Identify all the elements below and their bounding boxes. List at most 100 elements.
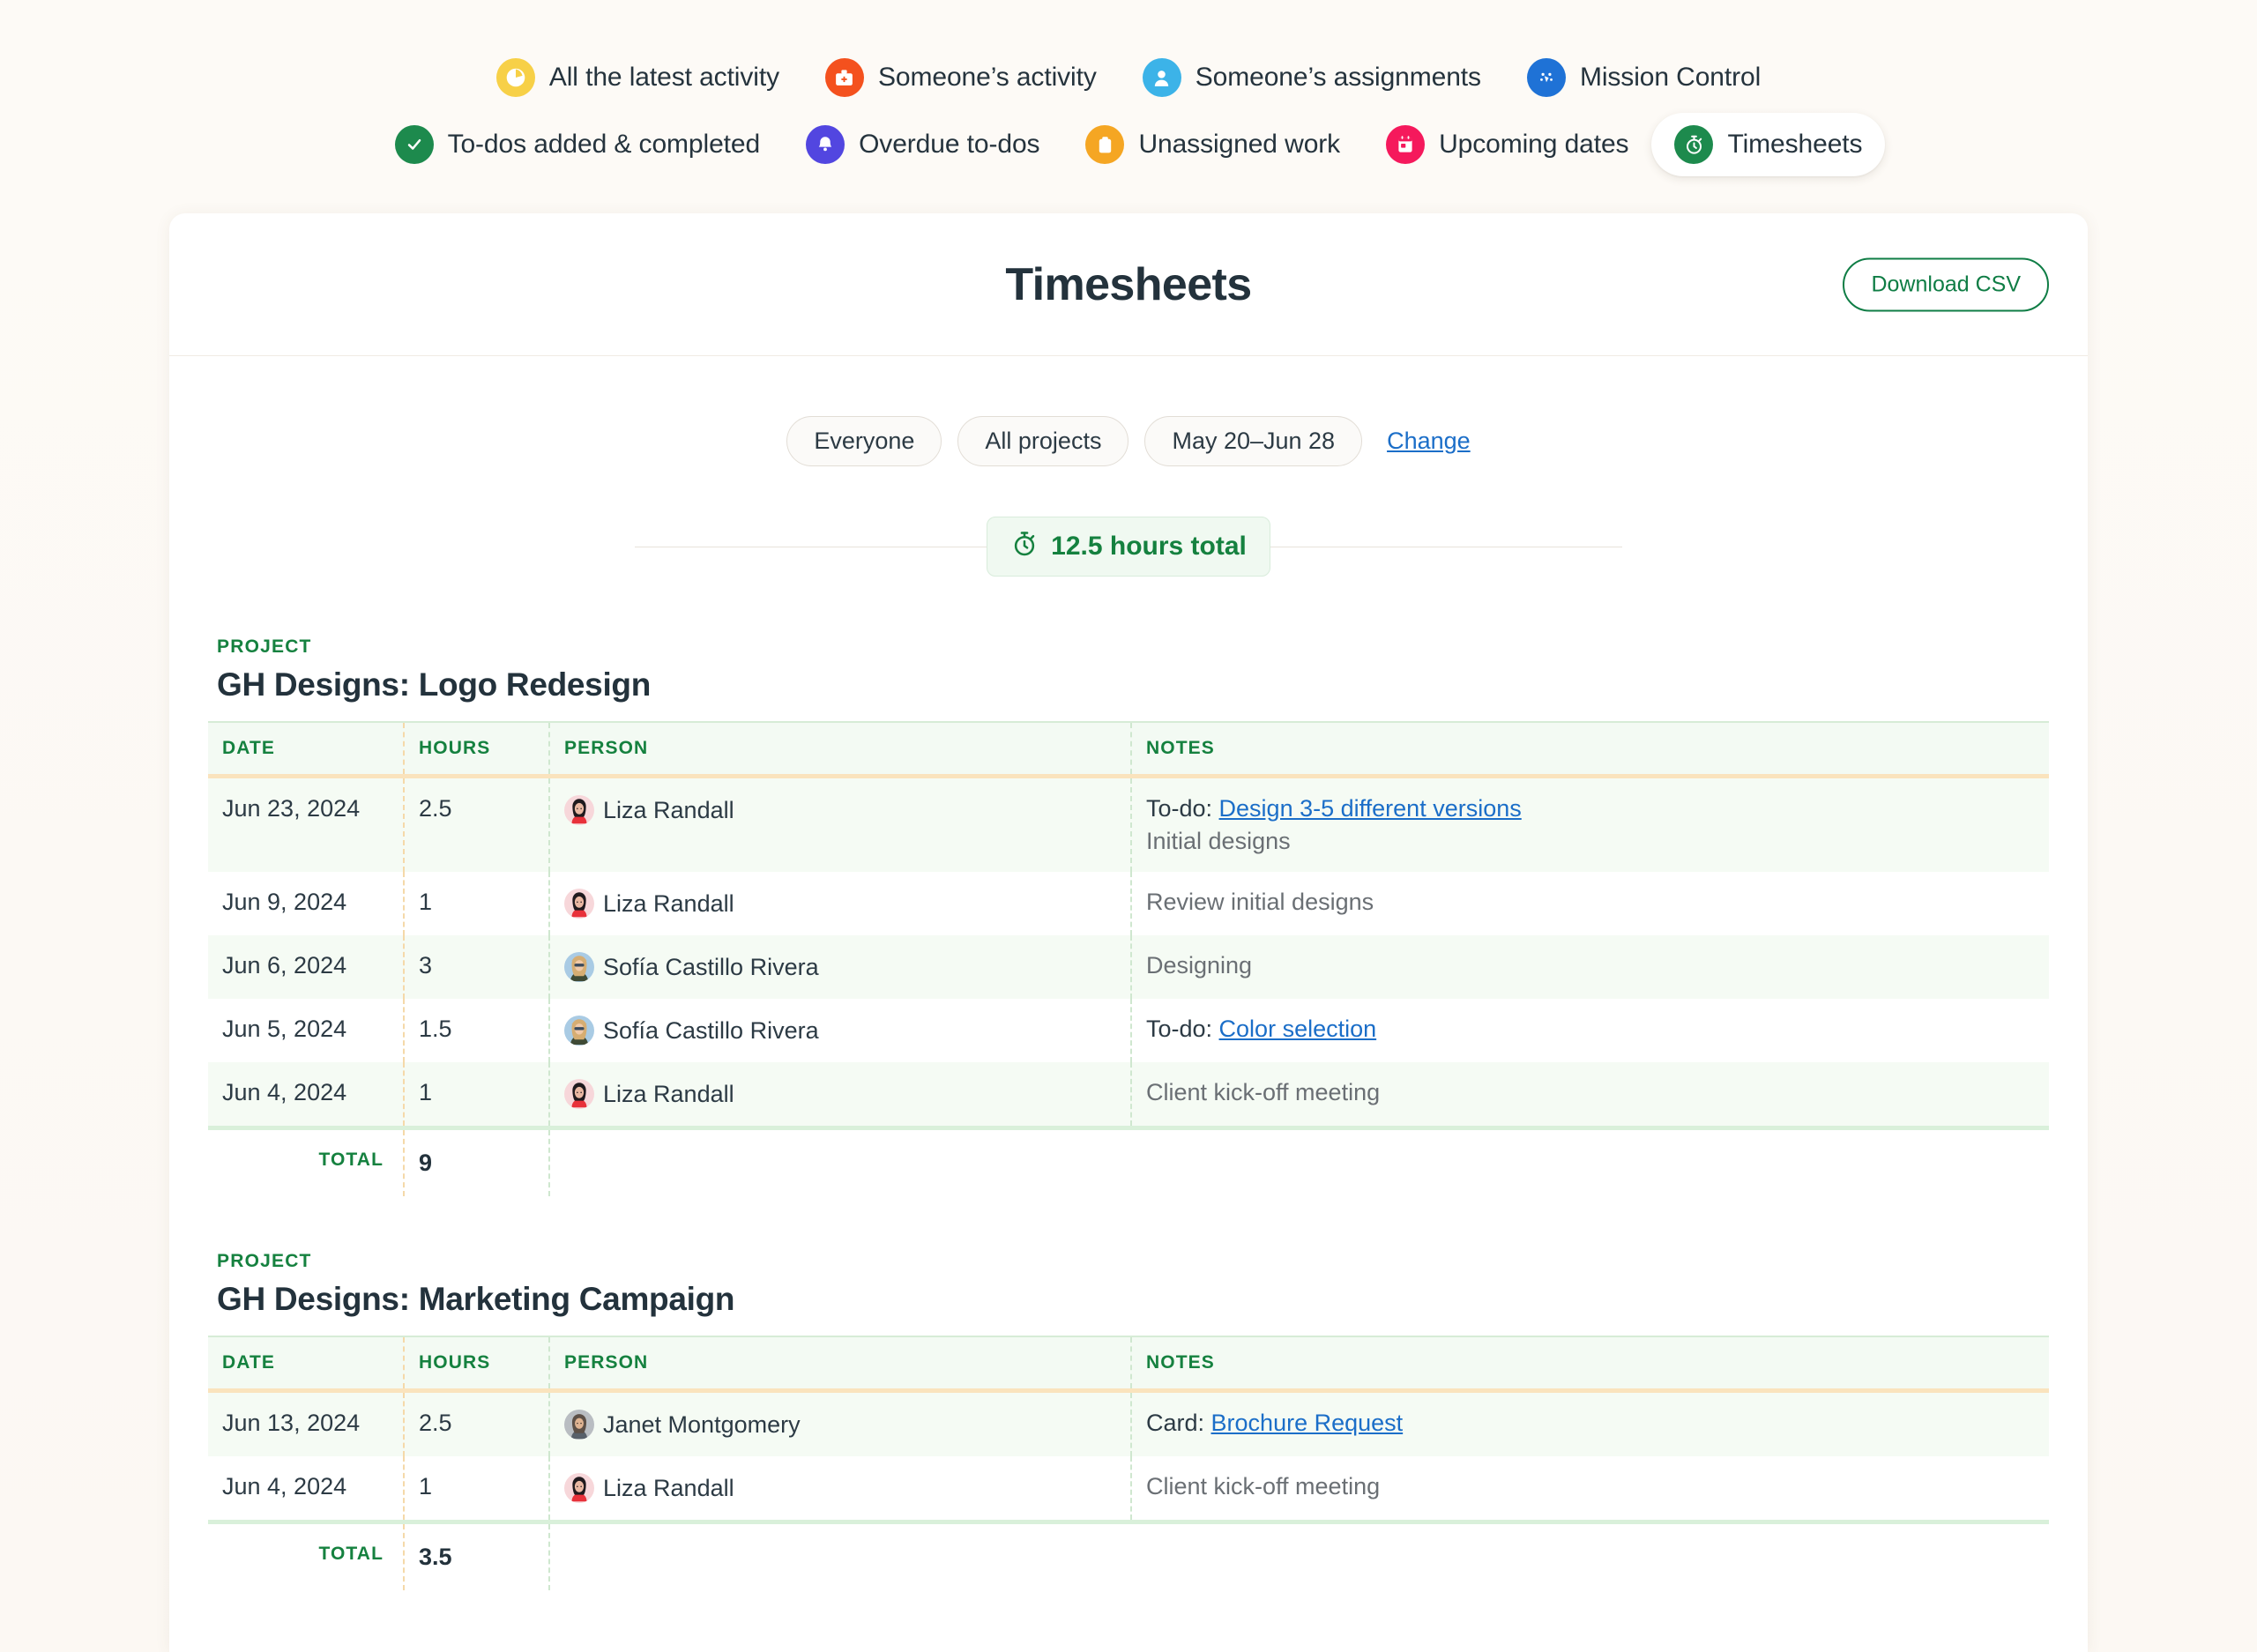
cell-hours: 1.5 [403,999,549,1062]
note-prefix: Card: [1146,1410,1211,1436]
table-row: Jun 5, 2024 1.5 Sofía Castillo Rivera To… [208,999,2049,1062]
cell-hours: 1 [403,1062,549,1128]
filter-people-pill[interactable]: Everyone [786,416,942,466]
table-head: DATE HOURS PERSON NOTES [208,1336,2049,1391]
note-link[interactable]: Color selection [1219,1016,1377,1042]
nav-row-1: All the latest activity Someone’s activit… [473,46,1784,109]
timesheet-table: DATE HOURS PERSON NOTES Jun 23, 2024 2.5… [208,721,2049,1196]
total-hours-text: 12.5 hours total [1051,532,1247,561]
cell-date: Jun 13, 2024 [208,1388,404,1456]
person-name: Liza Randall [603,890,734,917]
note-text: Client kick-off meeting [1146,1079,1381,1105]
table-row: Jun 23, 2024 2.5 Liza Randall To-do: Des… [208,774,2049,872]
cell-person: Janet Montgomery [548,1388,1131,1456]
nav-item-mission-control[interactable]: Mission Control [1504,46,1784,109]
nav-item-label: To-dos added & completed [447,130,761,159]
cell-notes: Client kick-off meeting [1130,1456,2049,1522]
avatar [564,889,594,919]
cell-hours: 3 [403,935,549,999]
cell-hours: 1 [403,1456,549,1522]
card-header: Timesheets Download CSV [169,213,2088,356]
cell-person: Liza Randall [548,1062,1131,1128]
gauge-icon [1526,58,1566,97]
cell-date: Jun 6, 2024 [222,952,347,979]
nav-item-someone-s-assignments[interactable]: Someone’s assignments [1120,46,1504,109]
cell-person: Liza Randall [548,774,1131,872]
nav-item-timesheets[interactable]: Timesheets [1651,113,1886,176]
table-body: Jun 13, 2024 2.5 Janet Montgomery Card: … [208,1388,2049,1522]
table-header-row: DATE HOURS PERSON NOTES [208,721,2049,777]
note-text: Client kick-off meeting [1146,1473,1381,1499]
cell-hours: 1 [403,872,549,935]
timesheet-table: DATE HOURS PERSON NOTES Jun 13, 2024 2.5… [208,1336,2049,1590]
note-link[interactable]: Brochure Request [1211,1410,1404,1436]
person-icon [1142,58,1181,97]
cell-person: Sofía Castillo Rivera [548,935,1131,999]
stopwatch-icon [1010,530,1039,563]
change-filters-link[interactable]: Change [1387,428,1471,455]
note-subtext: Initial designs [1146,828,1291,854]
avatar [564,952,594,982]
person-name: Liza Randall [603,1475,734,1501]
avatar [564,1473,594,1503]
total-label: TOTAL [208,1520,404,1590]
project-name: GH Designs: Marketing Campaign [217,1281,735,1317]
column-header-date: DATE [208,721,404,777]
total-label: TOTAL [208,1126,404,1196]
nav-item-label: Mission Control [1579,63,1762,92]
column-header-notes: NOTES [1130,721,2049,777]
project-eyebrow: PROJECT [217,1251,312,1271]
clipboard-icon [1085,125,1125,164]
cell-notes: To-do: Design 3-5 different versions Init… [1130,774,2049,872]
person-name: Sofía Castillo Rivera [603,954,819,980]
download-csv-button[interactable]: Download CSV [1843,257,2049,311]
column-header-hours: HOURS [403,721,549,777]
cell-person: Liza Randall [548,1456,1131,1522]
report-type-nav: All the latest activity Someone’s activit… [0,0,2257,176]
nav-item-someone-s-activity[interactable]: Someone’s activity [802,46,1120,109]
cell-date: Jun 23, 2024 [208,774,404,872]
filter-date-range-pill[interactable]: May 20–Jun 28 [1144,416,1363,466]
page-title: Timesheets [1005,258,1252,310]
column-header-person: PERSON [548,721,1131,777]
calendar-icon [1386,125,1426,164]
nav-row-2: To-dos added & completed Overdue to-dos Un… [372,113,1886,176]
nav-item-to-dos-added-completed[interactable]: To-dos added & completed [372,113,784,176]
table-foot: TOTAL 3.5 [208,1520,2049,1590]
note-prefix: To-do: [1146,795,1219,822]
note-link[interactable]: Design 3-5 different versions [1219,795,1522,822]
avatar [564,1079,594,1109]
total-hours: 3.5 [403,1520,549,1590]
filter-projects-pill[interactable]: All projects [957,416,1129,466]
cell-hours: 2.5 [403,774,549,872]
avatar [564,1016,594,1046]
nav-item-label: Timesheets [1727,130,1863,159]
nav-item-label: Someone’s activity [877,63,1097,92]
total-hours: 9 [403,1126,549,1196]
table-foot: TOTAL 9 [208,1126,2049,1196]
nav-item-label: Unassigned work [1138,130,1341,159]
nav-item-upcoming-dates[interactable]: Upcoming dates [1363,113,1651,176]
nav-item-all-the-latest-activity[interactable]: All the latest activity [473,46,802,109]
project-section: PROJECT GH Designs: Marketing Campaign D… [169,1251,2088,1590]
cell-date: Jun 4, 2024 [222,1473,347,1499]
table-row: Jun 13, 2024 2.5 Janet Montgomery Card: … [208,1388,2049,1456]
total-person-spacer [548,1126,1131,1196]
person-name: Janet Montgomery [603,1411,801,1438]
table-head: DATE HOURS PERSON NOTES [208,721,2049,777]
nav-item-unassigned-work[interactable]: Unassigned work [1062,113,1363,176]
total-notes-spacer [1131,1126,2049,1196]
note-text: Designing [1146,952,1253,979]
total-hours-band: 12.5 hours total [169,517,2088,577]
cell-date: Jun 5, 2024 [222,1016,347,1042]
table-row: Jun 6, 2024 3 Sofía Castillo Rivera Desi… [208,935,2049,999]
cell-hours: 2.5 [403,1388,549,1456]
column-header-date: DATE [208,1336,404,1391]
nav-item-label: Someone’s assignments [1195,63,1481,92]
note-prefix: To-do: [1146,1016,1219,1042]
cell-notes: Client kick-off meeting [1130,1062,2049,1128]
nav-item-overdue-to-dos[interactable]: Overdue to-dos [783,113,1062,176]
table-header-row: DATE HOURS PERSON NOTES [208,1336,2049,1391]
column-header-person: PERSON [548,1336,1131,1391]
cell-person: Sofía Castillo Rivera [548,999,1131,1062]
